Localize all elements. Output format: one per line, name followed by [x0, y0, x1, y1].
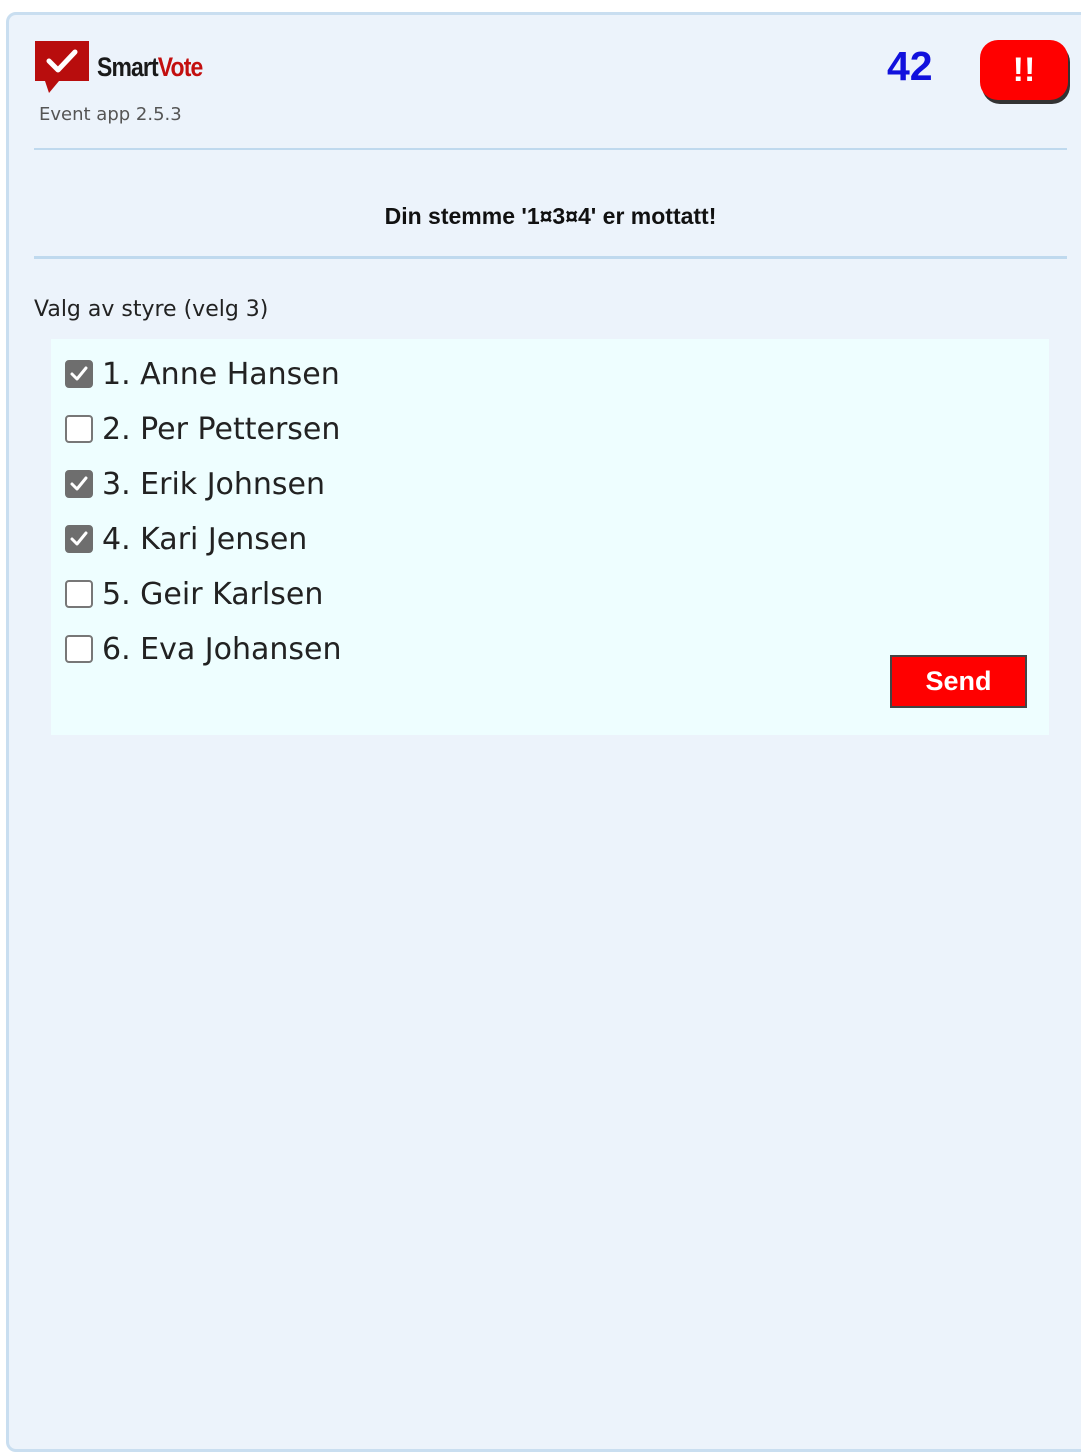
option-label: 5. Geir Karlsen: [102, 576, 324, 612]
option-checkbox[interactable]: [65, 635, 93, 663]
app-version: Event app 2.5.3: [39, 104, 182, 125]
option-checkbox[interactable]: [65, 580, 93, 608]
check-speech-bubble-icon: [35, 41, 91, 93]
option-1[interactable]: 1. Anne Hansen: [65, 354, 340, 394]
options-panel: 1. Anne Hansen 2. Per Pettersen 3. Erik …: [51, 339, 1049, 735]
header-divider: [34, 148, 1067, 150]
counter-value: 42: [887, 43, 933, 89]
option-6[interactable]: 6. Eva Johansen: [65, 629, 342, 669]
app-frame: SmartVote Event app 2.5.3 42 !! Din stem…: [6, 12, 1081, 1452]
option-checkbox[interactable]: [65, 360, 93, 388]
brand-name-part2: Vote: [157, 51, 203, 82]
option-3[interactable]: 3. Erik Johnsen: [65, 464, 325, 504]
option-checkbox[interactable]: [65, 415, 93, 443]
vote-received-message: Din stemme '1¤3¤4' er mottatt!: [384, 203, 717, 229]
option-checkbox[interactable]: [65, 525, 93, 553]
smartvote-logo: SmartVote: [35, 41, 221, 93]
brand-name-part1: Smart: [97, 51, 159, 82]
option-4[interactable]: 4. Kari Jensen: [65, 519, 307, 559]
option-label: 2. Per Pettersen: [102, 411, 341, 447]
option-label: 1. Anne Hansen: [102, 356, 340, 392]
checkmark-icon: [70, 531, 88, 546]
checkmark-icon: [70, 366, 88, 381]
alert-button[interactable]: !!: [980, 40, 1068, 100]
option-label: 4. Kari Jensen: [102, 521, 308, 557]
send-button[interactable]: Send: [890, 655, 1027, 708]
option-label: 6. Eva Johansen: [102, 631, 342, 667]
option-5[interactable]: 5. Geir Karlsen: [65, 574, 323, 614]
option-label: 3. Erik Johnsen: [102, 466, 326, 502]
status-divider: [34, 256, 1067, 259]
option-checkbox[interactable]: [65, 470, 93, 498]
option-2[interactable]: 2. Per Pettersen: [65, 409, 340, 449]
brand-name: SmartVote: [97, 51, 203, 83]
checkmark-icon: [70, 476, 88, 491]
question-title: Valg av styre (velg 3): [34, 297, 269, 322]
